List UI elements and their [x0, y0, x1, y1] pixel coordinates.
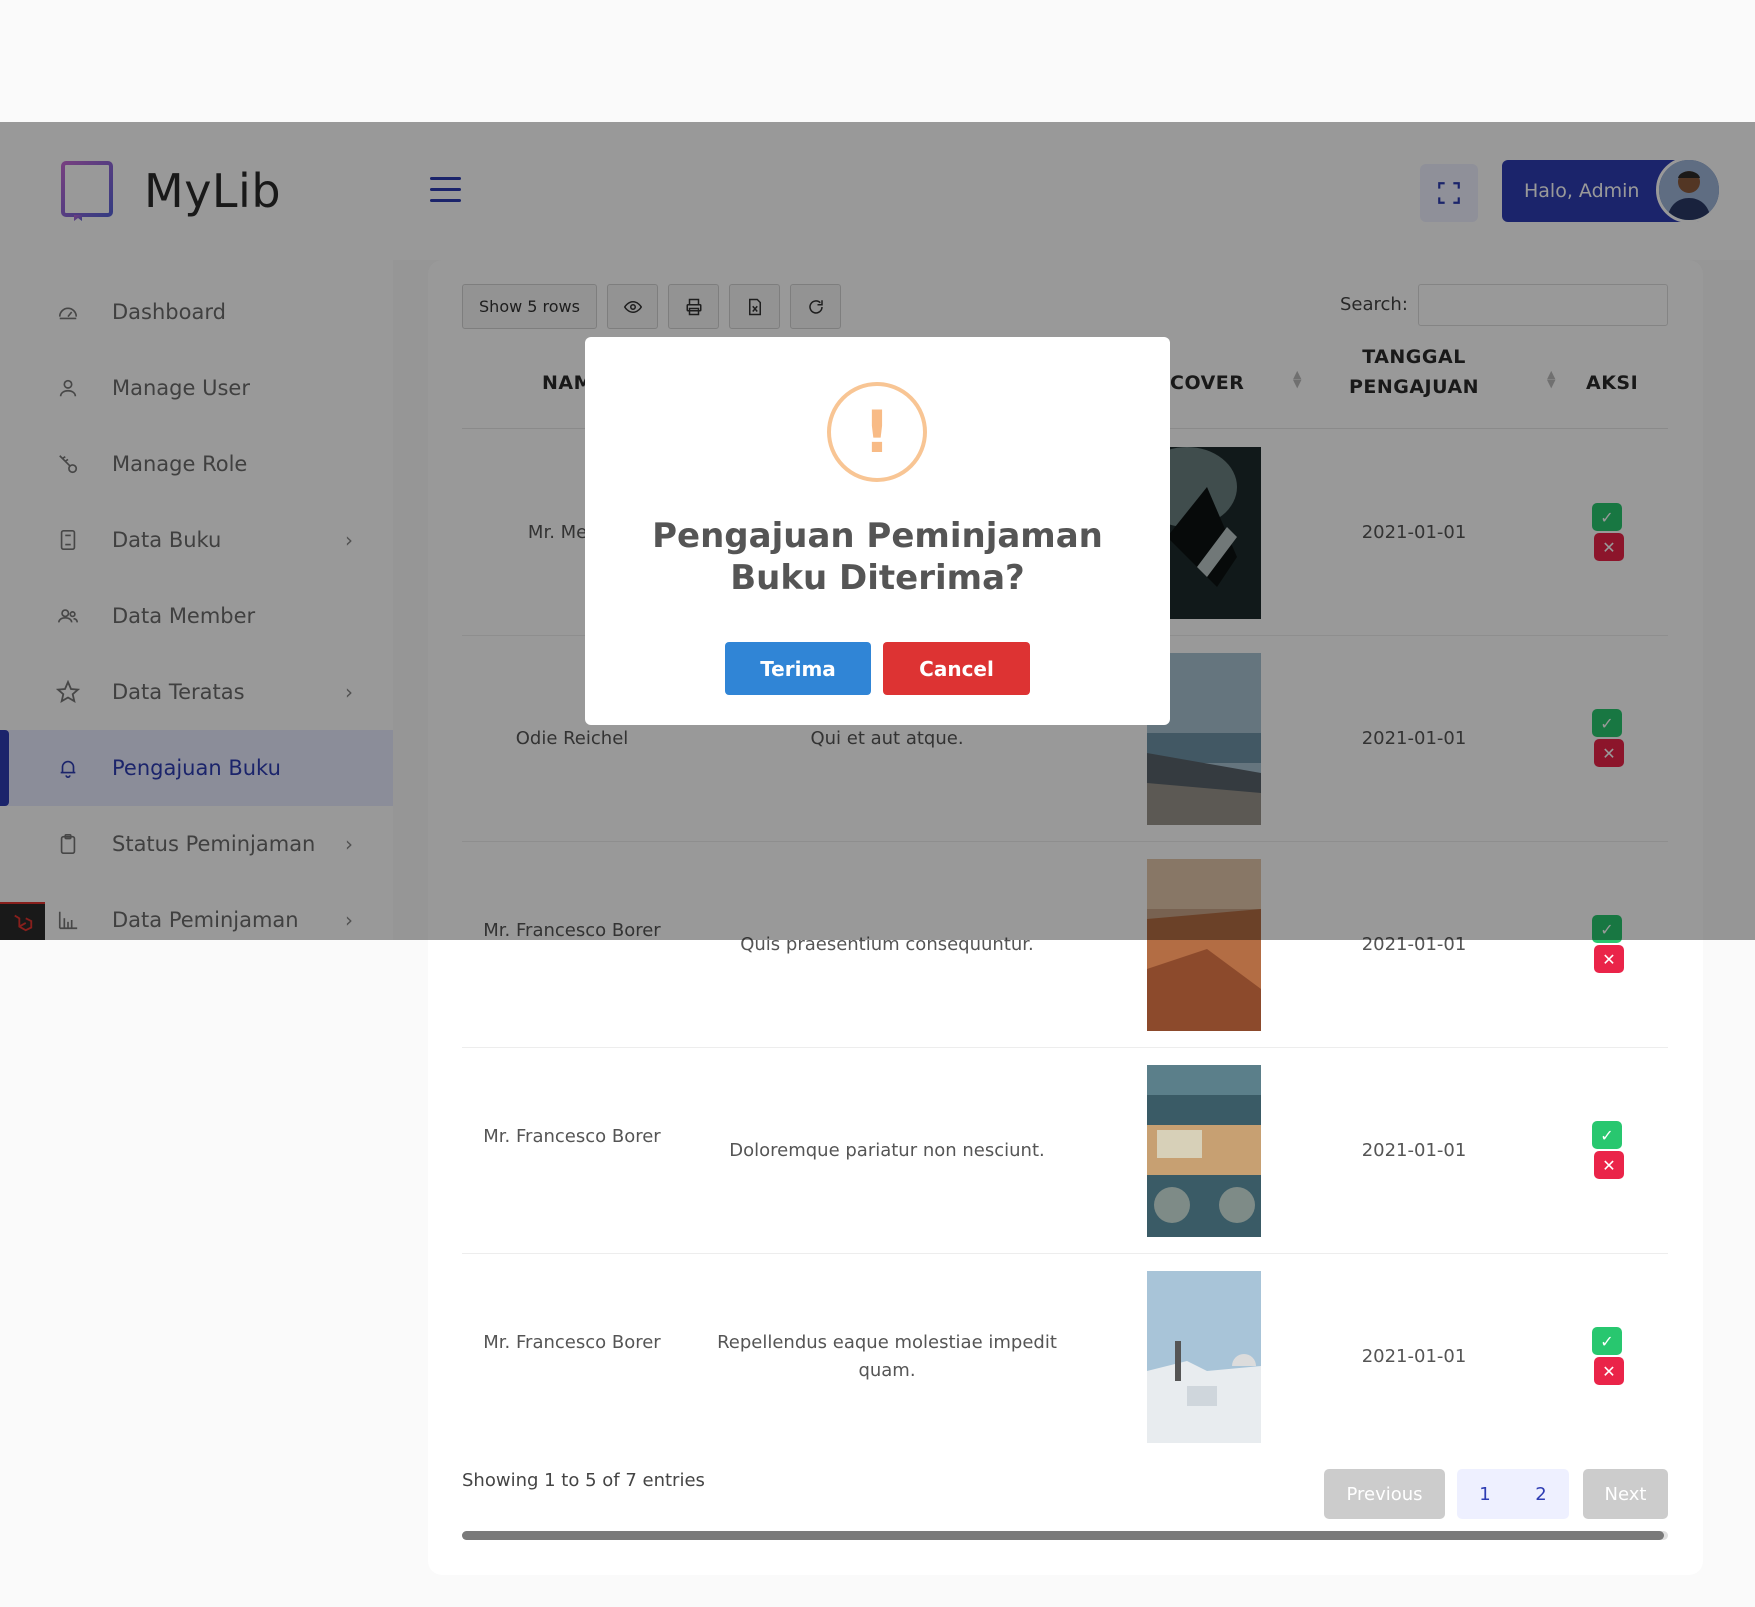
- table-info: Showing 1 to 5 of 7 entries: [462, 1470, 705, 1491]
- book-cover-image: [1147, 1065, 1261, 1237]
- pagination-page-2[interactable]: 2: [1535, 1484, 1546, 1505]
- cell-tanggal: 2021-01-01: [1361, 1346, 1467, 1367]
- pagination-next-button[interactable]: Next: [1583, 1469, 1668, 1519]
- pagination-pages: 1 2: [1457, 1469, 1569, 1519]
- confirm-terima-button[interactable]: Terima: [725, 642, 871, 695]
- pagination-previous-button[interactable]: Previous: [1324, 1469, 1445, 1519]
- approve-button[interactable]: ✓: [1592, 1121, 1622, 1149]
- book-cover-image: [1147, 1271, 1261, 1443]
- table-row: Mr. Francesco Borer Repellendus eaque mo…: [462, 1254, 1668, 1460]
- horizontal-scrollbar[interactable]: [462, 1531, 1668, 1540]
- cell-tanggal: 2021-01-01: [1361, 1140, 1467, 1161]
- reject-button[interactable]: ✕: [1594, 1151, 1624, 1179]
- scrollbar-thumb[interactable]: [462, 1531, 1664, 1540]
- cell-nama: Mr. Francesco Borer: [483, 1126, 661, 1147]
- cell-judul: Repellendus eaque molestiae impedit quam…: [717, 1332, 1057, 1381]
- cell-nama: Mr. Francesco Borer: [483, 1332, 661, 1353]
- approve-button[interactable]: ✓: [1592, 1327, 1622, 1355]
- dialog-title: Pengajuan Peminjaman Buku Diterima?: [652, 516, 1103, 598]
- top-blank-area: [0, 0, 1755, 122]
- pagination-page-1[interactable]: 1: [1479, 1484, 1490, 1505]
- confirm-dialog: ! Pengajuan Peminjaman Buku Diterima? Te…: [585, 337, 1170, 725]
- cell-judul: Doloremque pariatur non nesciunt.: [729, 1140, 1045, 1161]
- exclamation-icon: !: [827, 382, 927, 482]
- cancel-button[interactable]: Cancel: [883, 642, 1030, 695]
- table-row: Mr. Francesco Borer Doloremque pariatur …: [462, 1048, 1668, 1254]
- reject-button[interactable]: ✕: [1594, 1357, 1624, 1385]
- reject-button[interactable]: ✕: [1594, 945, 1624, 973]
